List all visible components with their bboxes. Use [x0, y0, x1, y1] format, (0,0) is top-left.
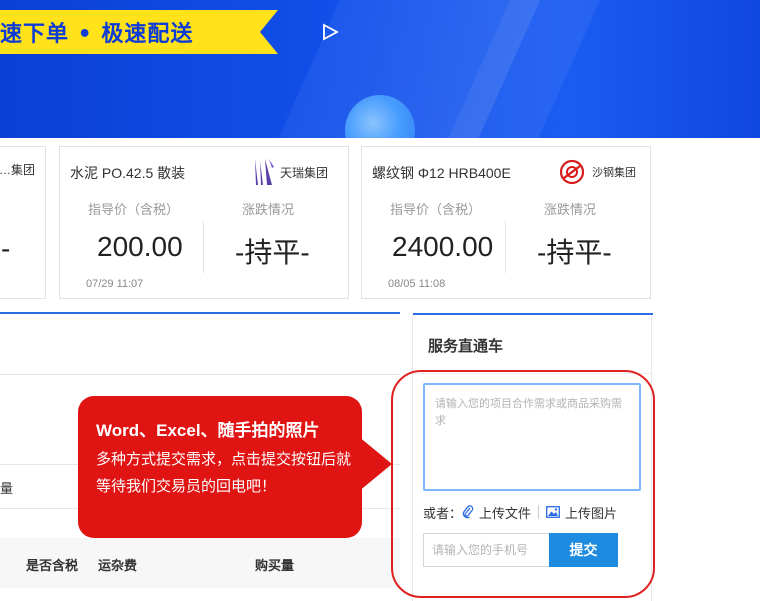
card-brand: 天瑞集团 [252, 155, 328, 189]
promo-banner[interactable]: 速下单 • 极速配送 [0, 0, 760, 138]
card-divider [203, 221, 204, 273]
price-card[interactable]: 螺纹钢 Φ12 HRB400E 沙钢集团 指导价（含税） 涨跌情况 2400.0… [361, 146, 651, 299]
card-trend-label: 涨跌情况 [544, 202, 597, 217]
card-trend-value: -持平- [235, 237, 310, 268]
annotation-pointer-icon [358, 436, 392, 492]
divider [0, 374, 400, 375]
upload-row: 或者： 上传文件 上传图片 [423, 502, 617, 522]
price-card[interactable]: …集团 - [0, 146, 46, 299]
card-brand-name: 天瑞集团 [280, 165, 329, 180]
card-price-value: 200.00 [97, 231, 183, 262]
upload-file-button[interactable]: 上传文件 [462, 503, 531, 522]
card-price-value: 2400.00 [392, 231, 494, 262]
paperclip-icon [462, 505, 474, 519]
table-header: 是否含税 运杂费 购买量 [0, 538, 400, 588]
panel-accent-line [0, 312, 400, 314]
column-header-tax: 是否含税 [26, 559, 79, 574]
annotation-bubble: Word、Excel、随手拍的照片 多种方式提交需求，点击提交按钮后就等待我们交… [78, 396, 362, 538]
price-card[interactable]: 水泥 PO.42.5 散装 天瑞集团 指导价（含税） 涨跌情况 200.00 -… [59, 146, 349, 299]
card-brand: 沙钢集团 [558, 155, 636, 189]
shagang-logo-icon [559, 159, 585, 185]
annotation-body: 多种方式提交需求，点击提交按钮后就等待我们交易员的回电吧！ [96, 450, 352, 495]
divider [413, 373, 653, 374]
or-label: 或者： [423, 506, 463, 522]
upload-file-label: 上传文件 [479, 506, 532, 522]
card-trend-label: 涨跌情况 [242, 202, 295, 217]
card-trend-value: -持平- [537, 237, 612, 268]
submit-button[interactable]: 提交 [549, 533, 618, 567]
upload-image-label: 上传图片 [565, 506, 618, 522]
annotation-headline: Word、Excel、随手拍的照片 [96, 421, 320, 440]
card-price-label: 指导价（含税） [390, 202, 482, 217]
card-brand-name: 沙钢集团 [592, 166, 636, 179]
upload-image-button[interactable]: 上传图片 [546, 503, 617, 522]
image-icon [546, 506, 560, 518]
service-title: 服务直通车 [428, 337, 504, 355]
banner-slogan-tag: 速下单 • 极速配送 [0, 10, 218, 54]
card-brand-name: …集团 [0, 163, 36, 177]
column-header-quantity: 购买量 [255, 559, 295, 574]
column-header-partial: 量 [0, 482, 14, 497]
tianrui-logo-icon [255, 159, 274, 185]
card-timestamp: 08/05 11:08 [388, 278, 446, 290]
card-divider [505, 221, 506, 273]
card-trend-value: - [1, 233, 11, 264]
column-header-freight: 运杂费 [98, 559, 138, 574]
phone-input[interactable] [423, 533, 549, 567]
banner-flag-icon [218, 10, 278, 54]
card-product-name: 水泥 PO.42.5 散装 [70, 165, 186, 181]
panel-accent-line [413, 313, 653, 315]
banner-slogan: 速下单 • 极速配送 [0, 22, 194, 47]
divider [538, 505, 540, 519]
card-price-label: 指导价（含税） [88, 202, 180, 217]
requirement-textarea[interactable] [423, 383, 641, 491]
play-arrow-icon [323, 23, 339, 41]
card-timestamp: 07/29 11:07 [86, 278, 144, 290]
card-product-name: 螺纹钢 Φ12 HRB400E [372, 165, 511, 181]
